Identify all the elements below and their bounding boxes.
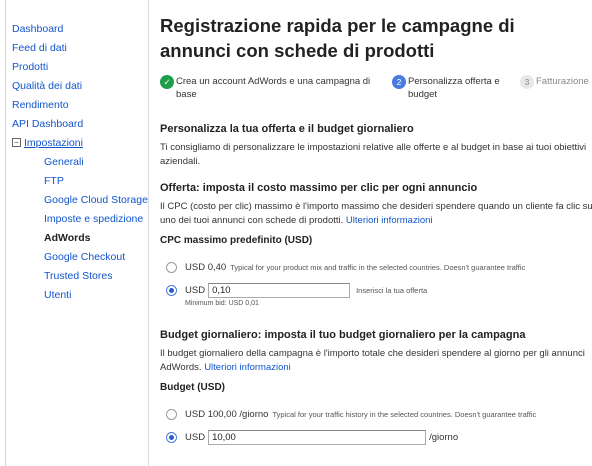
sidebar-item-prodotti[interactable]: Prodotti xyxy=(6,57,148,76)
budget-custom-radio[interactable] xyxy=(166,431,177,443)
sidebar-item-feed-di-dati[interactable]: Feed di dati xyxy=(6,38,148,57)
progress-steps: ✓ Crea un account AdWords e una campagna… xyxy=(160,75,592,113)
sidebar-item-imposte-spedizione[interactable]: Imposte e spedizione xyxy=(6,209,148,228)
personalize-title: Personalizza la tua offerta e il budget … xyxy=(160,123,414,135)
cpc-option-custom[interactable]: USD 0,10 Inserisci la tua offerta xyxy=(160,281,592,299)
step-1: ✓ Crea un account AdWords e una campagna… xyxy=(160,75,385,101)
sidebar-item-trusted-stores[interactable]: Trusted Stores xyxy=(6,266,148,285)
step-1-label: Crea un account AdWords e una campagna d… xyxy=(176,76,371,100)
sidebar-section-impostazioni[interactable]: − Impostazioni xyxy=(6,133,148,152)
sidebar-section-label[interactable]: Impostazioni xyxy=(24,137,83,149)
budget-input[interactable]: 10,00 xyxy=(208,429,427,445)
cpc-option-suggested[interactable]: USD 0,40 Typical for your product mix an… xyxy=(160,258,592,276)
min-bid-note: Minimum bid: USD 0,01 xyxy=(185,300,259,307)
step-2-number: 2 xyxy=(392,75,406,89)
collapse-minus-icon[interactable]: − xyxy=(12,138,21,147)
checkmark-icon: ✓ xyxy=(160,75,174,89)
budget-option-custom[interactable]: USD 10,00 /giorno xyxy=(160,428,592,446)
sidebar-item-qualita-dati[interactable]: Qualità dei dati xyxy=(6,76,148,95)
main-content: Registrazione rapida per le campagne di … xyxy=(150,0,592,466)
cpc-bid-hint: Inserisci la tua offerta xyxy=(356,285,428,295)
budget-suggested-hint: Typical for your traffic history in the … xyxy=(272,409,537,419)
budget-custom-currency: USD xyxy=(185,431,206,443)
sidebar-item-dashboard[interactable]: Dashboard xyxy=(6,19,148,38)
cpc-suggested-radio[interactable] xyxy=(166,261,177,273)
budget-unit: /giorno xyxy=(429,431,459,443)
cpc-custom-currency: USD xyxy=(185,284,206,296)
budget-text: Il budget giornaliero della campagna è l… xyxy=(160,347,592,375)
offer-learn-more-link[interactable]: Ulteriori informazioni xyxy=(346,215,433,226)
offer-title: Offerta: imposta il costo massimo per cl… xyxy=(160,182,478,194)
budget-learn-more-link[interactable]: Ulteriori informazioni xyxy=(204,362,291,373)
cpc-bid-input[interactable]: 0,10 xyxy=(208,282,351,298)
sidebar-item-generali[interactable]: Generali xyxy=(6,152,148,171)
budget-title: Budget giornaliero: imposta il tuo budge… xyxy=(160,329,526,341)
step-3-label: Fatturazione xyxy=(536,76,589,87)
step-2: 2 Personalizza offerta e budget xyxy=(392,75,512,101)
sidebar-item-google-checkout[interactable]: Google Checkout xyxy=(6,247,148,266)
sidebar-item-adwords[interactable]: AdWords xyxy=(6,228,148,247)
offer-text: Il CPC (costo per clic) massimo è l'impo… xyxy=(160,200,592,228)
cpc-suggested-label: USD 0,40 xyxy=(185,261,227,273)
cpc-suggested-hint: Typical for your product mix and traffic… xyxy=(230,262,526,272)
sidebar-item-api-dashboard[interactable]: API Dashboard xyxy=(6,114,148,133)
sidebar-nav: Dashboard Feed di dati Prodotti Qualità … xyxy=(6,0,148,304)
step-3-number: 3 xyxy=(520,75,534,89)
cpc-subhead: CPC massimo predefinito (USD) xyxy=(160,235,313,246)
sidebar-item-rendimento[interactable]: Rendimento xyxy=(6,95,148,114)
page-title: Registrazione rapida per le campagne di … xyxy=(160,15,515,61)
cpc-custom-radio[interactable] xyxy=(166,284,177,296)
sidebar-item-ftp[interactable]: FTP xyxy=(6,171,148,190)
sidebar-item-google-cloud-storage[interactable]: Google Cloud Storage xyxy=(6,190,148,209)
budget-subhead: Budget (USD) xyxy=(160,382,225,393)
step-2-label: Personalizza offerta e budget xyxy=(408,76,500,100)
budget-suggested-radio[interactable] xyxy=(166,408,177,420)
personalize-text: Ti consigliamo di personalizzare le impo… xyxy=(160,142,587,167)
budget-option-suggested[interactable]: USD 100,00 /giorno Typical for your traf… xyxy=(160,405,592,423)
budget-suggested-label: USD 100,00 /giorno xyxy=(185,408,269,420)
sidebar-item-utenti[interactable]: Utenti xyxy=(6,285,148,304)
step-3: 3 Fatturazione xyxy=(520,75,592,89)
sidebar: Dashboard Feed di dati Prodotti Qualità … xyxy=(6,0,149,466)
